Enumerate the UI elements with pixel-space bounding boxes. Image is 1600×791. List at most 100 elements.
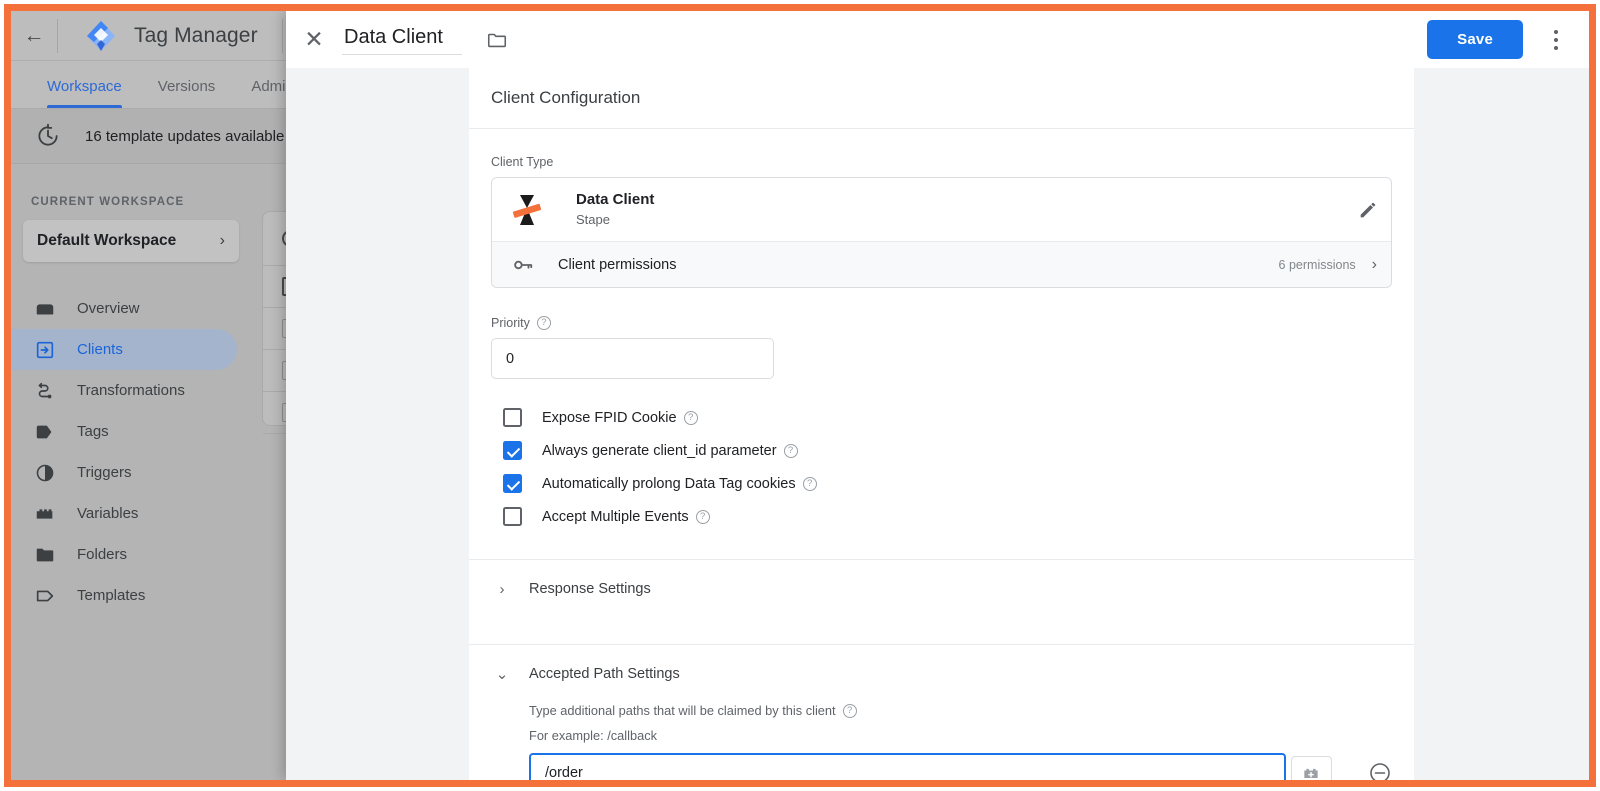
sidebar-section-label: CURRENT WORKSPACE (31, 196, 185, 208)
edit-pencil-icon[interactable] (1357, 199, 1379, 221)
checkbox-label: Accept Multiple Events ? (542, 509, 710, 525)
checkbox-label-text: Accept Multiple Events (542, 508, 689, 525)
sidebar-item-folders[interactable]: Folders (11, 534, 237, 575)
chevron-right-icon: › (499, 580, 505, 598)
client-type-card: Data Client Stape Client permissions 6 p… (491, 177, 1392, 288)
checkbox-row-accept-multiple-events[interactable]: Accept Multiple Events ? (491, 500, 1392, 533)
sidebar-item-tags[interactable]: Tags (11, 411, 237, 452)
section-title: Response Settings (529, 581, 651, 597)
save-button[interactable]: Save (1427, 20, 1523, 59)
section-title: Accepted Path Settings (529, 666, 680, 682)
screenshot-frame: ← Tag Manager All a W (0, 0, 1600, 791)
key-icon (512, 254, 534, 276)
product-title: Tag Manager (134, 23, 258, 47)
help-icon[interactable]: ? (802, 476, 817, 491)
client-type-texts: Data Client Stape (576, 190, 654, 229)
options-checkbox-list: Expose FPID Cookie ? Always generate cli… (491, 401, 1392, 533)
tab-versions[interactable]: Versions (140, 78, 234, 108)
checkbox-label: Expose FPID Cookie ? (542, 410, 698, 426)
overview-icon (33, 297, 57, 321)
accepted-paths-example: For example: /callback (529, 728, 658, 743)
chevron-down-icon: ⌄ (495, 666, 509, 683)
checkbox-icon[interactable] (503, 474, 522, 493)
templates-icon (33, 584, 57, 608)
panel-content: Client Type Data Client Stape Client per… (469, 129, 1414, 780)
variable-brick-icon[interactable] (1290, 755, 1332, 780)
folder-icon[interactable] (486, 29, 508, 51)
dialog-header: ✕ Data Client Save (286, 11, 1589, 68)
client-permissions-row[interactable]: Client permissions 6 permissions › (492, 241, 1391, 287)
path-input[interactable] (529, 753, 1286, 780)
checkbox-icon[interactable] (503, 507, 522, 526)
sidebar-item-label: Clients (77, 341, 123, 358)
sidebar-nav-list: Overview Clients Transformations Tags Tr… (11, 288, 251, 616)
history-refresh-icon (35, 123, 61, 149)
client-type-vendor: Stape (576, 212, 610, 227)
path-input-row (529, 753, 1392, 780)
section-accepted-path-settings[interactable]: ⌄ Accepted Path Settings (491, 645, 1392, 703)
accepted-paths-hint-text: Type additional paths that will be claim… (529, 703, 836, 718)
client-type-name: Data Client (576, 191, 655, 208)
tag-manager-logo-icon (84, 19, 118, 53)
app-stage: ← Tag Manager All a W (11, 11, 1589, 780)
stape-logo-icon (512, 193, 542, 227)
more-vert-icon[interactable] (1533, 17, 1579, 63)
help-icon[interactable]: ? (783, 443, 798, 458)
help-icon[interactable]: ? (842, 703, 857, 718)
priority-label-text: Priority (491, 316, 530, 330)
sidebar-item-templates[interactable]: Templates (11, 575, 237, 616)
tags-icon (33, 420, 57, 444)
section-response-settings[interactable]: › Response Settings (491, 560, 1392, 618)
help-icon[interactable]: ? (695, 509, 710, 524)
sidebar-item-label: Overview (77, 300, 140, 317)
checkbox-label: Always generate client_id parameter ? (542, 443, 798, 459)
help-icon[interactable]: ? (683, 410, 698, 425)
workspace-selector[interactable]: Default Workspace › (23, 220, 239, 262)
sidebar-item-overview[interactable]: Overview (11, 288, 237, 329)
client-permissions-label: Client permissions (558, 256, 677, 273)
sidebar-item-label: Templates (77, 587, 146, 604)
sidebar-item-label: Transformations (77, 382, 185, 399)
client-editor-dialog: ✕ Data Client Save Client Configuration … (286, 11, 1589, 780)
checkbox-icon[interactable] (503, 441, 522, 460)
checkbox-row-prolong-data-tag-cookies[interactable]: Automatically prolong Data Tag cookies ? (491, 467, 1392, 500)
help-icon[interactable]: ? (536, 316, 551, 330)
sidebar-item-label: Folders (77, 546, 128, 563)
transformations-icon (33, 379, 57, 403)
sidebar-item-variables[interactable]: Variables (11, 493, 237, 534)
remove-circle-icon[interactable] (1368, 761, 1392, 780)
folders-icon (33, 543, 57, 567)
client-name-input[interactable]: Data Client (342, 24, 462, 55)
client-type-row[interactable]: Data Client Stape (492, 178, 1391, 241)
accepted-paths-hint: Type additional paths that will be claim… (529, 703, 1392, 718)
dialog-title-group: Data Client (342, 24, 508, 55)
dialog-body: Client Configuration Client Type Data Cl… (286, 68, 1589, 780)
checkbox-label: Automatically prolong Data Tag cookies ? (542, 476, 817, 492)
accepted-paths-body: Type additional paths that will be claim… (491, 703, 1392, 780)
sidebar-item-triggers[interactable]: Triggers (11, 452, 237, 493)
checkbox-icon[interactable] (503, 408, 522, 427)
sidebar-item-transformations[interactable]: Transformations (11, 370, 237, 411)
tab-workspace[interactable]: Workspace (29, 78, 140, 108)
variables-icon (33, 502, 57, 526)
top-bar-divider-2 (281, 18, 283, 53)
client-configuration-panel: Client Configuration Client Type Data Cl… (469, 68, 1414, 780)
back-arrow-icon[interactable]: ← (11, 11, 57, 61)
priority-label: Priority ? (491, 316, 1392, 330)
checkbox-label-text: Automatically prolong Data Tag cookies (542, 475, 796, 492)
panel-title: Client Configuration (469, 68, 1414, 129)
checkbox-label-text: Expose FPID Cookie (542, 409, 677, 426)
checkbox-row-expose-fpid-cookie[interactable]: Expose FPID Cookie ? (491, 401, 1392, 434)
sidebar-item-clients[interactable]: Clients (11, 329, 237, 370)
client-type-label: Client Type (491, 155, 554, 169)
client-permissions-count: 6 permissions (1278, 257, 1356, 272)
sidebar-item-label: Variables (77, 505, 139, 522)
clients-icon (33, 338, 57, 362)
sidebar-item-label: Tags (77, 423, 109, 440)
chevron-right-icon: › (219, 232, 225, 249)
close-icon[interactable]: ✕ (286, 11, 342, 68)
workspace-name: Default Workspace (37, 232, 177, 249)
triggers-icon (33, 461, 57, 485)
checkbox-row-always-generate-client-id[interactable]: Always generate client_id parameter ? (491, 434, 1392, 467)
priority-input[interactable] (491, 338, 774, 379)
